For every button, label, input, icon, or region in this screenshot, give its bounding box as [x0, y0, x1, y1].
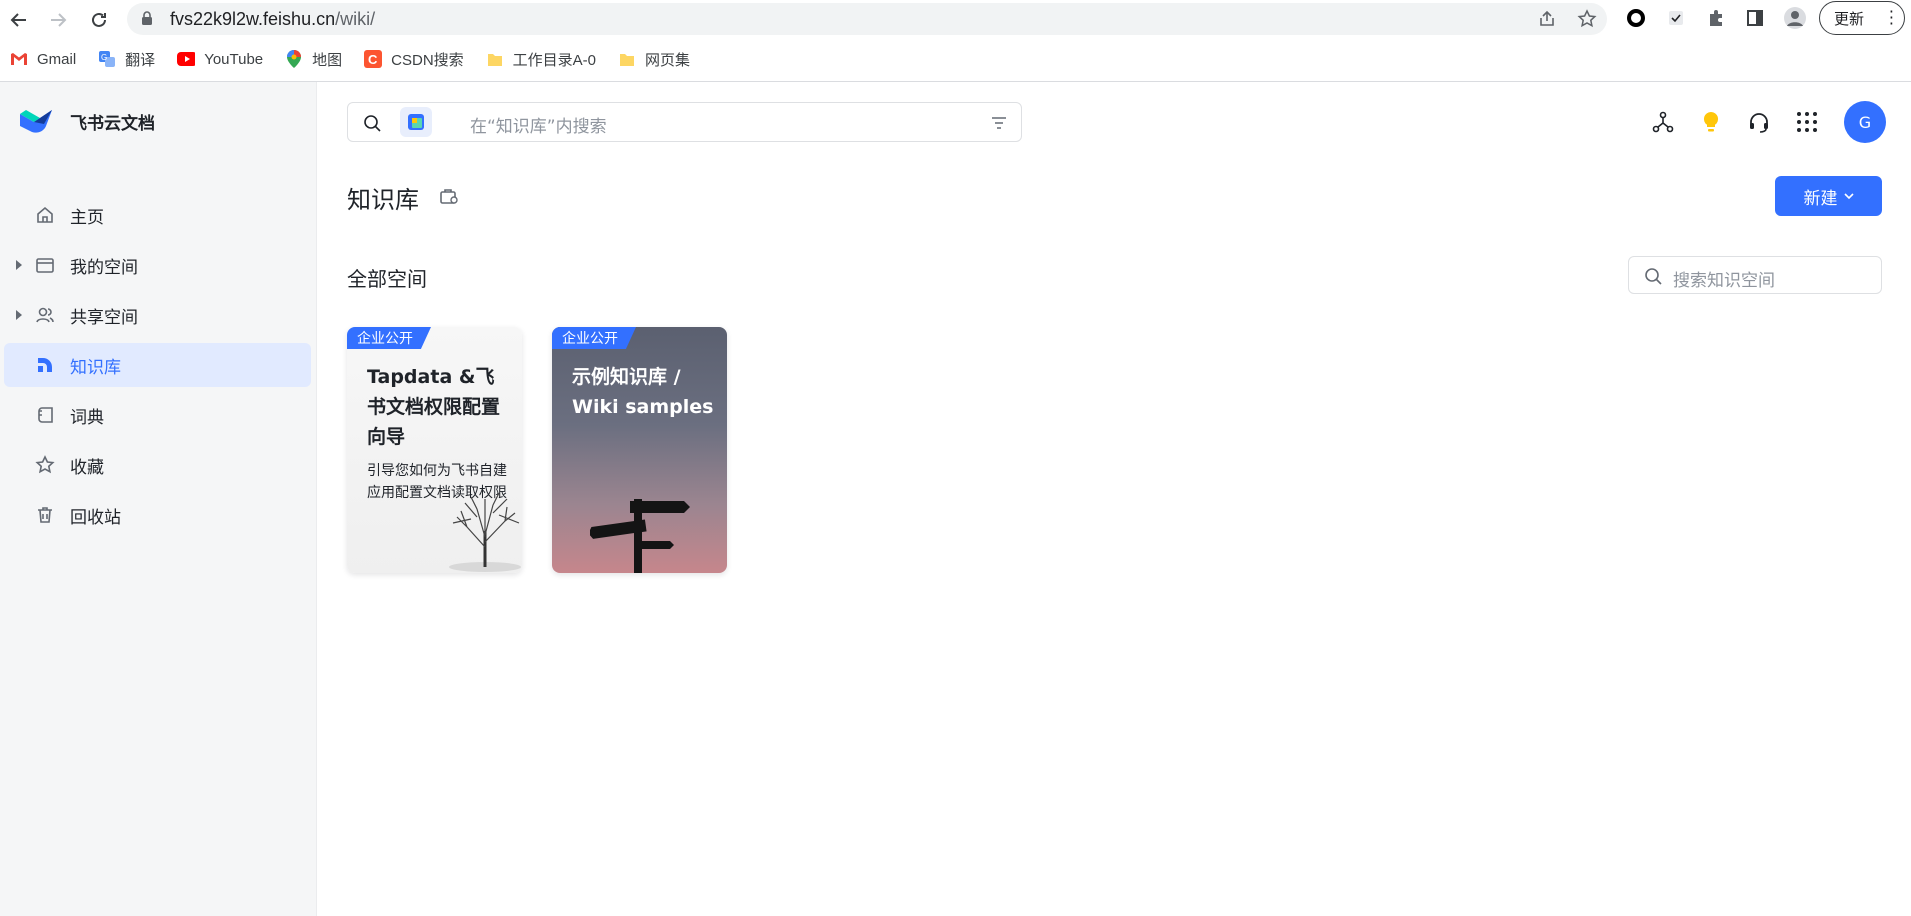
checklist-extension-icon[interactable]	[1664, 6, 1688, 30]
filter-icon[interactable]	[989, 113, 1009, 133]
avatar-letter: G	[1858, 112, 1872, 132]
bookmark-gmail[interactable]: Gmail	[10, 50, 76, 68]
lock-icon	[142, 11, 152, 25]
bookmark-translate[interactable]: G 翻译	[98, 49, 155, 70]
wiki-scope-icon	[400, 107, 432, 137]
sidebar-item-shared-space[interactable]: 共享空间	[4, 293, 311, 337]
youtube-icon	[177, 50, 196, 68]
brand[interactable]: 飞书云文档	[18, 106, 155, 136]
folder-icon	[486, 50, 504, 68]
sidebar-item-favorites[interactable]: 收藏	[4, 443, 311, 487]
sidebar-item-label: 回收站	[70, 507, 121, 528]
space-settings-icon[interactable]	[438, 185, 460, 207]
sidebar-item-wiki[interactable]: 知识库	[4, 343, 311, 387]
profile-icon[interactable]	[1783, 6, 1807, 30]
space-title: Tapdata &飞书文档权限配置向导	[367, 366, 501, 448]
section-title: 全部空间	[347, 267, 427, 291]
svg-text:G: G	[101, 53, 107, 62]
space-search-input[interactable]: 搜索知识空间	[1628, 256, 1882, 294]
share-icon[interactable]	[1537, 9, 1557, 29]
trash-icon	[34, 504, 56, 526]
app-grid-icon[interactable]	[1794, 109, 1820, 135]
search-placeholder: 在“知识库”内搜索	[470, 117, 607, 137]
sidebar-item-label: 主页	[70, 207, 104, 228]
new-button-label: 新建	[1803, 188, 1838, 209]
avatar[interactable]: G	[1844, 101, 1886, 143]
csdn-icon: C	[364, 50, 383, 68]
address-bar[interactable]: fvs22k9l2w.feishu.cn/wiki/	[127, 3, 1607, 35]
update-label: 更新	[1834, 9, 1865, 28]
space-card[interactable]: 企业公开 Tapdata &飞书文档权限配置向导 引导您如何为飞书自建应用配置文…	[347, 327, 522, 573]
bookmark-folder-work[interactable]: 工作目录A-0	[486, 49, 596, 70]
wiki-icon	[34, 354, 56, 376]
more-menu-icon: · · ·	[1888, 2, 1894, 33]
network-graph-icon[interactable]	[1650, 109, 1676, 135]
space-search-placeholder: 搜索知识空间	[1673, 271, 1775, 291]
gmail-icon	[10, 50, 28, 68]
bookmark-folder-web[interactable]: 网页集	[618, 49, 690, 70]
sidebar-nav: 主页 我的空间 共享空间 知识库 词典 收藏 回收站	[0, 193, 317, 543]
bookmarks-bar: Gmail G 翻译 YouTube 地图 C CSDN搜索 工作目录A-0 网页集	[0, 46, 712, 72]
translate-icon: G	[98, 50, 116, 68]
reload-button[interactable]	[85, 6, 113, 34]
sidebar-item-home[interactable]: 主页	[4, 193, 311, 237]
visibility-badge: 企业公开	[552, 327, 636, 349]
maps-icon	[285, 50, 303, 68]
update-button[interactable]: 更新 · · ·	[1819, 1, 1905, 35]
search-icon	[1645, 268, 1662, 285]
folder-icon	[34, 254, 56, 276]
users-icon	[34, 304, 56, 326]
circle-extension-icon[interactable]	[1624, 6, 1648, 30]
support-headset-icon[interactable]	[1746, 109, 1772, 135]
page-title: 知识库	[347, 186, 419, 214]
forward-button[interactable]	[44, 6, 72, 34]
folder-icon	[618, 50, 636, 68]
lightbulb-icon[interactable]	[1698, 109, 1724, 135]
expand-caret-icon[interactable]	[16, 260, 22, 270]
browser-chrome: fvs22k9l2w.feishu.cn/wiki/ 更新 · · · Gmail G…	[0, 0, 1911, 82]
brand-name: 飞书云文档	[70, 113, 155, 134]
signpost-illustration	[590, 499, 690, 573]
expand-caret-icon[interactable]	[16, 310, 22, 320]
main-content: 在“知识库”内搜索 G 知识库 新建 全部空间 搜索知识空间 企业公开 Tapd…	[318, 82, 1911, 916]
forward-arrow-icon	[51, 13, 67, 27]
dictionary-icon	[34, 404, 56, 426]
sidebar-item-label: 收藏	[70, 457, 104, 478]
home-icon	[34, 204, 56, 226]
reload-icon	[92, 12, 106, 27]
visibility-badge: 企业公开	[347, 327, 431, 349]
back-arrow-icon	[10, 13, 26, 27]
url-text: fvs22k9l2w.feishu.cn/wiki/	[170, 9, 376, 29]
sidebar-item-label: 知识库	[70, 357, 121, 378]
star-icon	[34, 454, 56, 476]
svg-text:C: C	[368, 52, 378, 67]
back-button[interactable]	[5, 6, 33, 34]
sidebar: 飞书云文档 主页 我的空间 共享空间 知识库 词典 收藏 回收站	[0, 82, 317, 916]
bookmark-star-icon[interactable]	[1577, 9, 1597, 29]
bookmark-youtube[interactable]: YouTube	[177, 50, 263, 68]
bookmark-maps[interactable]: 地图	[285, 49, 342, 70]
new-button[interactable]: 新建	[1775, 176, 1882, 216]
extensions-puzzle-icon[interactable]	[1704, 6, 1728, 30]
sidebar-item-label: 词典	[70, 407, 104, 428]
side-panel-icon[interactable]	[1743, 6, 1767, 30]
chevron-down-icon	[1843, 193, 1854, 200]
search-icon	[364, 115, 381, 132]
sidebar-item-label: 我的空间	[70, 257, 138, 278]
sidebar-item-my-space[interactable]: 我的空间	[4, 243, 311, 287]
space-title: 示例知识库 / Wiki samples	[572, 366, 714, 418]
global-search-input[interactable]: 在“知识库”内搜索	[347, 102, 1022, 142]
sidebar-item-label: 共享空间	[70, 307, 138, 328]
feishu-docs-logo-icon	[20, 110, 52, 133]
tree-illustration	[449, 492, 521, 572]
sidebar-item-trash[interactable]: 回收站	[4, 493, 311, 537]
bookmark-csdn[interactable]: C CSDN搜索	[364, 49, 464, 70]
sidebar-item-dictionary[interactable]: 词典	[4, 393, 311, 437]
space-card[interactable]: 企业公开 示例知识库 / Wiki samples	[552, 327, 727, 573]
